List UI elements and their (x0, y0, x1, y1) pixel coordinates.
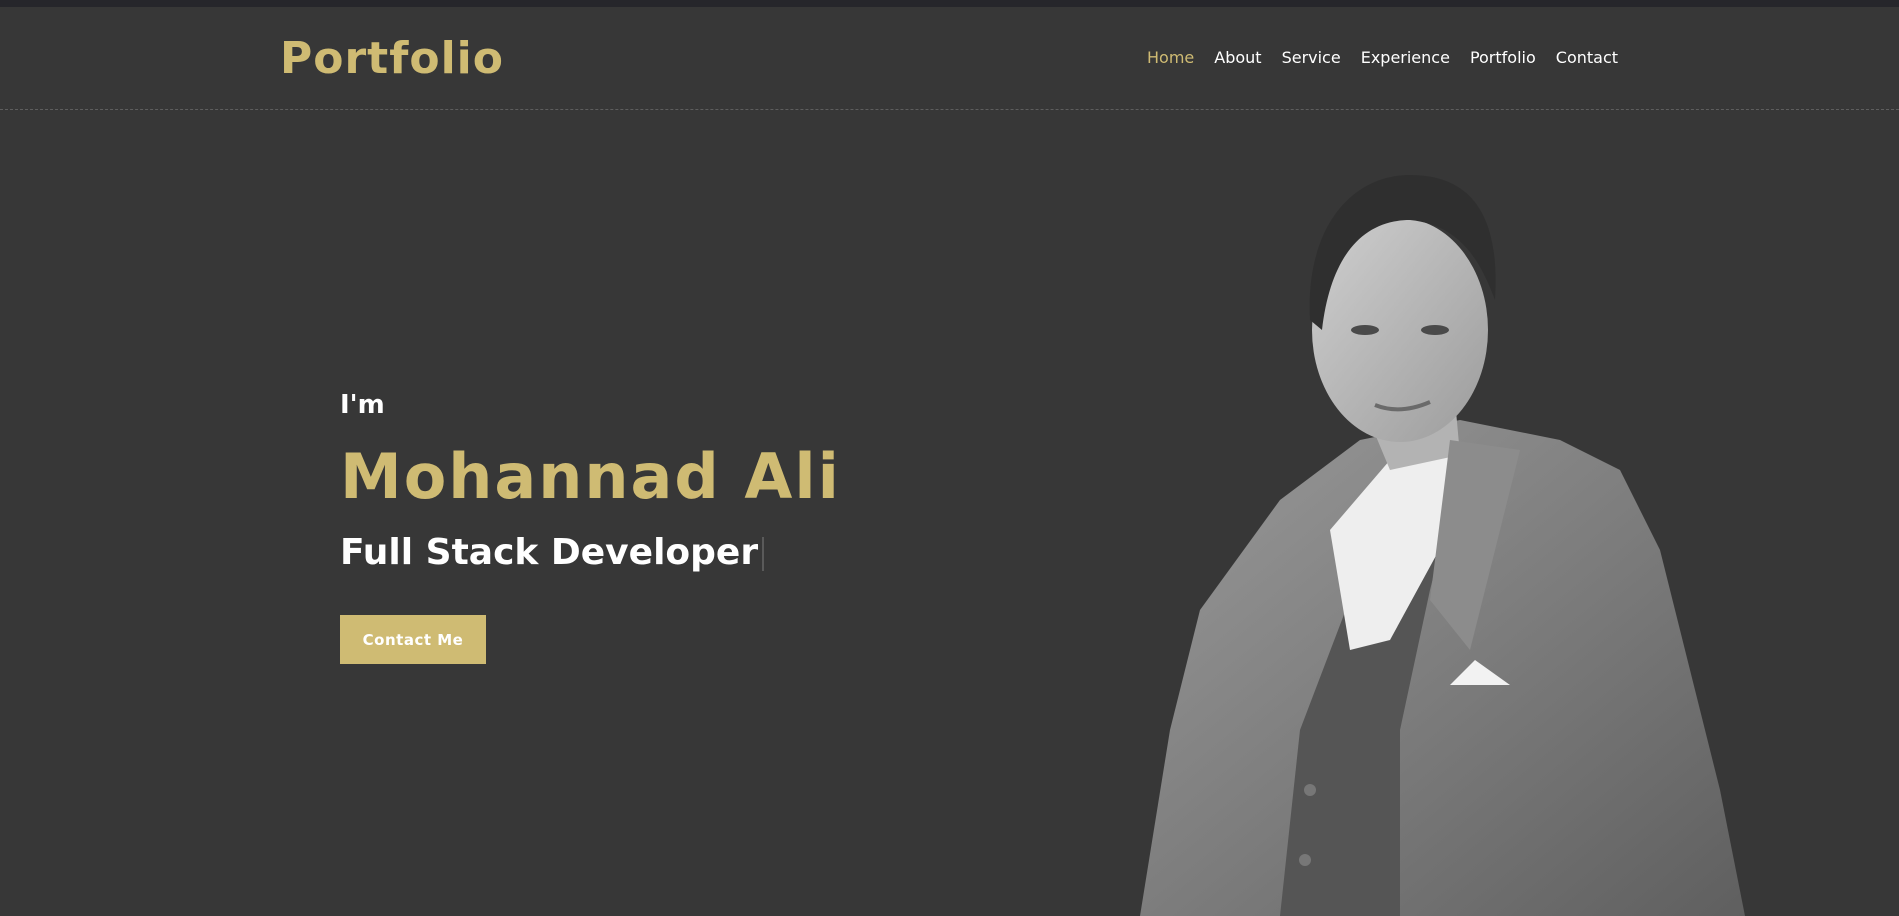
site-logo[interactable]: Portfolio (280, 33, 504, 84)
typing-cursor (762, 537, 765, 571)
hero-name: Mohannad Ali (340, 440, 841, 513)
nav-about[interactable]: About (1214, 48, 1261, 67)
nav-portfolio[interactable]: Portfolio (1470, 48, 1536, 67)
hero-role: Full Stack Developer (340, 532, 759, 573)
hero-role-line: Full Stack Developer (340, 532, 765, 573)
main-nav: Home About Service Experience Portfolio … (1147, 48, 1618, 67)
top-strip (0, 0, 1899, 7)
nav-service[interactable]: Service (1282, 48, 1341, 67)
nav-home[interactable]: Home (1147, 48, 1194, 67)
nav-experience[interactable]: Experience (1361, 48, 1450, 67)
contact-me-button[interactable]: Contact Me (340, 615, 486, 664)
portrait-image (1140, 175, 1745, 916)
nav-contact[interactable]: Contact (1556, 48, 1618, 67)
site-header: Portfolio Home About Service Experience … (0, 7, 1899, 110)
hero-intro: I'm (340, 390, 385, 420)
